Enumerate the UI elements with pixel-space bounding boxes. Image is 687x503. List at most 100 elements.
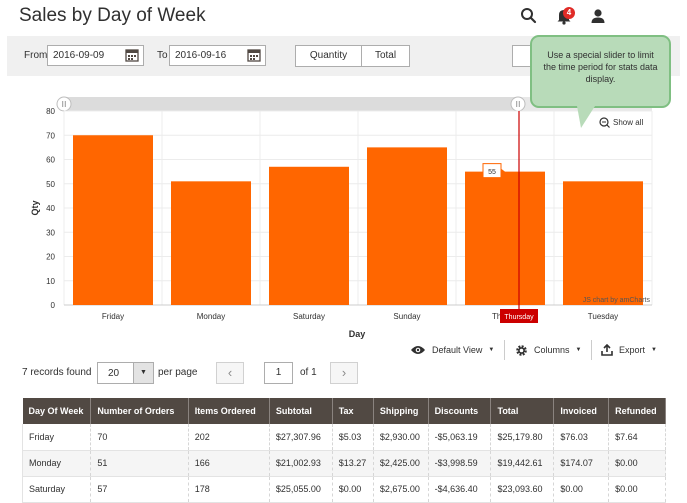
previous-page-button[interactable]: ‹ bbox=[216, 362, 244, 384]
default-view-dropdown[interactable]: Default View ▼ bbox=[410, 343, 494, 357]
table-cell: $21,002.93 bbox=[269, 450, 333, 477]
per-page-value: 20 bbox=[108, 368, 120, 379]
table-header-row: Day Of Week Number of Orders Items Ordered… bbox=[22, 398, 666, 424]
x-tick-label: Sunday bbox=[393, 312, 420, 321]
table-cell: $19,442.61 bbox=[490, 450, 555, 477]
per-page-label: per page bbox=[158, 367, 198, 378]
column-header[interactable]: Invoiced bbox=[553, 398, 610, 424]
slider-handle bbox=[56, 96, 72, 112]
report-table: Day Of Week Number of Orders Items Ordered… bbox=[21, 398, 666, 503]
table-cell: 202 bbox=[188, 424, 270, 451]
quantity-switch-button[interactable]: Quantity bbox=[295, 45, 362, 67]
to-label: To bbox=[157, 50, 168, 61]
current-page-input[interactable]: 1 bbox=[264, 362, 293, 384]
table-cell: $25,055.00 bbox=[269, 476, 333, 503]
from-label: From bbox=[24, 50, 48, 61]
chart-bar bbox=[465, 171, 545, 305]
total-switch-button[interactable]: Total bbox=[361, 45, 410, 67]
x-tick-label: Friday bbox=[102, 312, 124, 321]
category-balloon-label: Thursday bbox=[504, 314, 534, 321]
y-tick-label: 50 bbox=[46, 180, 55, 189]
x-tick-label: Tuesday bbox=[588, 312, 618, 321]
table-cell: $2,930.00 bbox=[373, 424, 429, 451]
help-tooltip-tail bbox=[577, 106, 595, 128]
column-header[interactable]: Refunded bbox=[608, 398, 666, 424]
slider-handle bbox=[510, 96, 526, 112]
chart-bar bbox=[269, 166, 349, 305]
table-cell: 51 bbox=[90, 450, 189, 477]
table-cell: 57 bbox=[90, 476, 189, 503]
calendar-icon[interactable] bbox=[247, 48, 261, 62]
show-all-button[interactable]: Show all bbox=[613, 118, 643, 127]
table-cell: 178 bbox=[188, 476, 270, 503]
table-cell: 70 bbox=[90, 424, 189, 451]
y-tick-label: 30 bbox=[46, 228, 55, 237]
table-row: Friday 70 202 $27,307.96 $5.03 $2,930.00 -$5,0… bbox=[21, 424, 666, 451]
table-cell: Monday bbox=[21, 450, 92, 477]
table-cell: Friday bbox=[21, 424, 92, 451]
notification-badge: 4 bbox=[563, 7, 575, 19]
column-header[interactable]: Tax bbox=[332, 398, 374, 424]
table-cell: $0.00 bbox=[332, 476, 374, 503]
page-count: of 1 bbox=[300, 367, 317, 378]
default-view-label: Default View bbox=[432, 345, 483, 355]
y-tick-label: 40 bbox=[46, 204, 55, 213]
caret-down-icon: ▼ bbox=[488, 347, 495, 353]
gear-icon bbox=[516, 344, 527, 356]
export-label: Export bbox=[619, 345, 646, 355]
eye-icon bbox=[411, 346, 425, 354]
y-tick-label: 20 bbox=[46, 253, 55, 262]
chart-bar bbox=[171, 181, 251, 305]
help-tooltip: Use a special slider to limit the time p… bbox=[530, 35, 671, 108]
table-cell: -$5,063.19 bbox=[428, 424, 492, 451]
y-tick-label: 60 bbox=[46, 156, 55, 165]
user-icon[interactable] bbox=[588, 6, 608, 26]
sales-bar-chart: 0 10 20 30 40 50 60 70 80 Friday Monday Saturday Sun… bbox=[30, 96, 653, 339]
table-cell: $25,179.80 bbox=[490, 424, 555, 451]
table-cell: -$4,636.40 bbox=[428, 476, 492, 503]
value-balloon-label: 55 bbox=[488, 169, 496, 176]
toolbar-divider bbox=[504, 340, 505, 360]
table-cell: -$3,998.59 bbox=[428, 450, 492, 477]
table-cell: Saturday bbox=[21, 476, 92, 503]
table-cell: $27,307.96 bbox=[269, 424, 333, 451]
y-axis-title: Qty bbox=[30, 200, 40, 215]
x-axis-title: Day bbox=[349, 329, 366, 339]
zoom-out-icon-handle bbox=[606, 124, 610, 128]
table-cell: $5.03 bbox=[332, 424, 374, 451]
table-row: Saturday 57 178 $25,055.00 $0.00 $2,675.00 -$4… bbox=[21, 476, 666, 503]
table-cell: $76.03 bbox=[553, 424, 610, 451]
export-dropdown[interactable]: Export ▼ bbox=[601, 343, 657, 357]
x-tick-label: Monday bbox=[197, 312, 225, 321]
columns-dropdown[interactable]: Columns ▼ bbox=[515, 343, 581, 357]
calendar-icon[interactable] bbox=[125, 48, 139, 62]
y-tick-label: 80 bbox=[46, 107, 55, 116]
column-header[interactable]: Items Ordered bbox=[188, 398, 270, 424]
per-page-select[interactable]: 20 ▼ bbox=[97, 362, 154, 384]
chart-bar bbox=[73, 135, 153, 305]
column-header[interactable]: Subtotal bbox=[269, 398, 333, 424]
export-icon bbox=[601, 344, 613, 356]
y-tick-label: 70 bbox=[46, 131, 55, 140]
next-page-button[interactable]: › bbox=[330, 362, 358, 384]
column-header[interactable]: Day Of Week bbox=[22, 398, 92, 424]
chart-bar bbox=[367, 147, 447, 305]
column-header[interactable]: Discounts bbox=[428, 398, 492, 424]
caret-down-icon[interactable]: ▼ bbox=[133, 363, 153, 383]
table-row: Monday 51 166 $21,002.93 $13.27 $2,425.00 -$3,… bbox=[21, 450, 666, 477]
table-cell: $7.64 bbox=[608, 424, 666, 451]
records-found: 7 records found bbox=[22, 367, 92, 378]
caret-down-icon: ▼ bbox=[575, 347, 582, 353]
column-header[interactable]: Total bbox=[490, 398, 555, 424]
chart-bar bbox=[563, 181, 643, 305]
search-icon[interactable] bbox=[519, 6, 539, 26]
y-tick-label: 0 bbox=[51, 301, 56, 310]
column-header[interactable]: Shipping bbox=[373, 398, 429, 424]
caret-down-icon: ▼ bbox=[651, 347, 657, 353]
x-tick-label-partial: Th bbox=[492, 312, 501, 321]
table-cell: $0.00 bbox=[553, 476, 610, 503]
columns-label: Columns bbox=[534, 345, 570, 355]
column-header[interactable]: Number of Orders bbox=[90, 398, 189, 424]
table-cell: $13.27 bbox=[332, 450, 374, 477]
table-cell: $174.07 bbox=[553, 450, 610, 477]
